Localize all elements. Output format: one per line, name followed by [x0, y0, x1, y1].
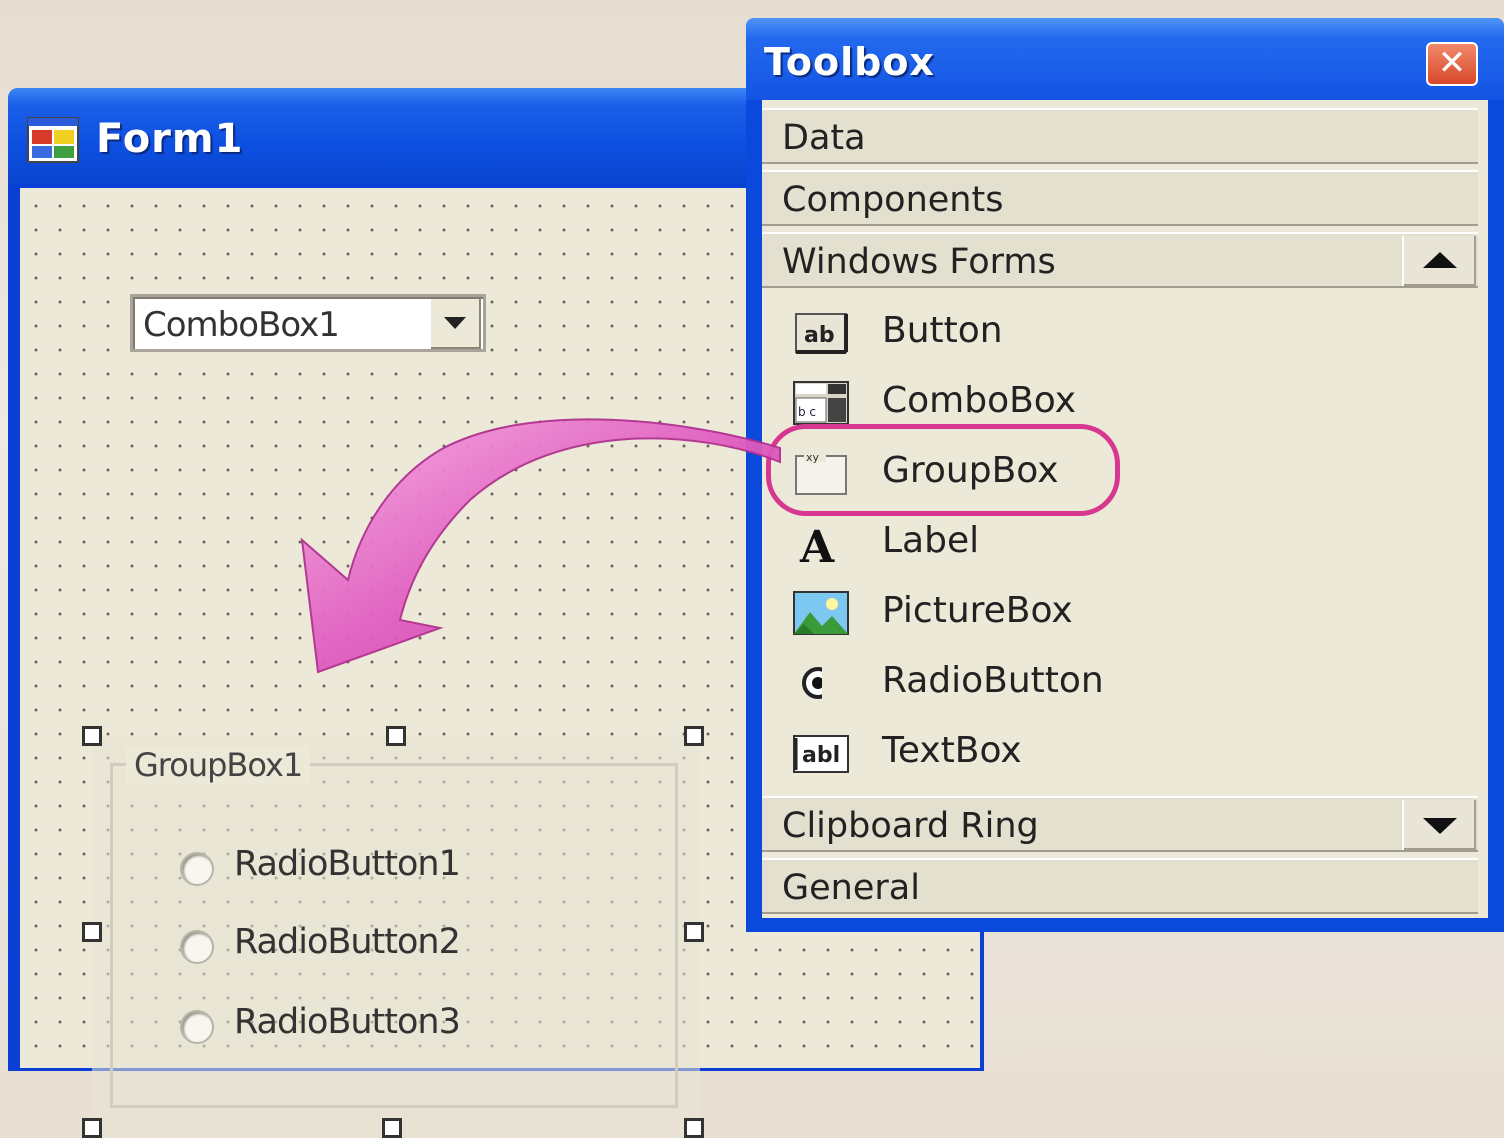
drag-arrow-icon	[300, 418, 781, 674]
resize-handle-bottom-center[interactable]	[382, 1118, 402, 1138]
resize-handle-bottom-right[interactable]	[684, 1118, 704, 1138]
resize-handle-bottom-left[interactable]	[82, 1118, 102, 1138]
